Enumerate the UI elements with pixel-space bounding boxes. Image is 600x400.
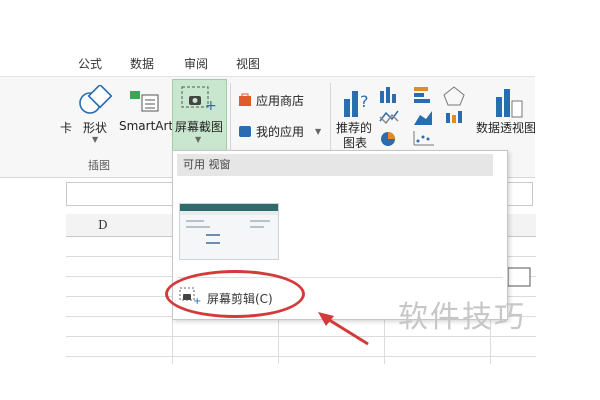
recommended-charts-icon[interactable]: ? [342, 85, 372, 119]
shapes-dropdown-icon[interactable]: ▼ [92, 135, 98, 144]
my-apps-button[interactable]: 我的应用 [256, 123, 304, 140]
recommended-charts-button-line2[interactable]: 图表 [343, 134, 367, 151]
screenshot-icon: + [181, 86, 217, 112]
my-apps-icon[interactable] [238, 124, 252, 138]
app-store-button[interactable]: 应用商店 [256, 92, 304, 109]
area-chart-icon [414, 111, 432, 125]
window-thumbnail[interactable] [179, 203, 279, 260]
line-chart-icon [379, 110, 399, 125]
pivot-chart-button[interactable]: 数据透视图 [476, 119, 536, 136]
bar-chart-icon [414, 87, 430, 103]
window-thumbnail-preview [180, 204, 278, 244]
tab-review[interactable]: 审阅 [184, 55, 208, 72]
pie-chart-icon [381, 132, 395, 146]
column-header-d[interactable]: D [98, 218, 108, 232]
svg-text:+: + [205, 98, 217, 112]
group-illustrations-label: 插图 [88, 159, 110, 172]
grid-line [66, 336, 536, 337]
my-apps-dropdown-icon[interactable]: ▼ [315, 127, 321, 136]
ribbon-tabs: 公式 数据 审阅 视图 [0, 48, 600, 76]
smartart-button[interactable]: SmartArt [119, 119, 173, 133]
tab-data[interactable]: 数据 [130, 55, 154, 72]
shapes-icon[interactable] [78, 85, 112, 117]
radar-chart-icon [443, 86, 465, 106]
app-store-icon[interactable] [238, 93, 252, 107]
smartart-icon[interactable] [128, 87, 160, 115]
column-chart-icon [380, 87, 396, 103]
watermark-text: 软件技巧 [398, 300, 526, 335]
screenshot-button[interactable]: + 屏幕截图 ▼ [172, 79, 227, 151]
screenshot-label: 屏幕截图 [175, 120, 224, 134]
tab-formulas[interactable]: 公式 [78, 55, 102, 72]
scatter-chart-icon [413, 131, 434, 146]
available-windows-header: 可用 视窗 [177, 154, 493, 176]
grid-line [66, 356, 536, 357]
partial-left-label: 卡 [60, 121, 73, 135]
pivot-chart-icon[interactable] [494, 85, 524, 119]
chart-types-grid[interactable] [378, 85, 478, 147]
svg-text:?: ? [360, 92, 369, 111]
shapes-button[interactable]: 形状 [83, 119, 107, 136]
screenshot-dropdown-icon: ▼ [195, 135, 202, 144]
annotation-arrow-icon [318, 312, 369, 346]
annotation-circle [165, 270, 305, 318]
stock-chart-icon [446, 111, 462, 123]
tab-view[interactable]: 视图 [236, 55, 260, 72]
